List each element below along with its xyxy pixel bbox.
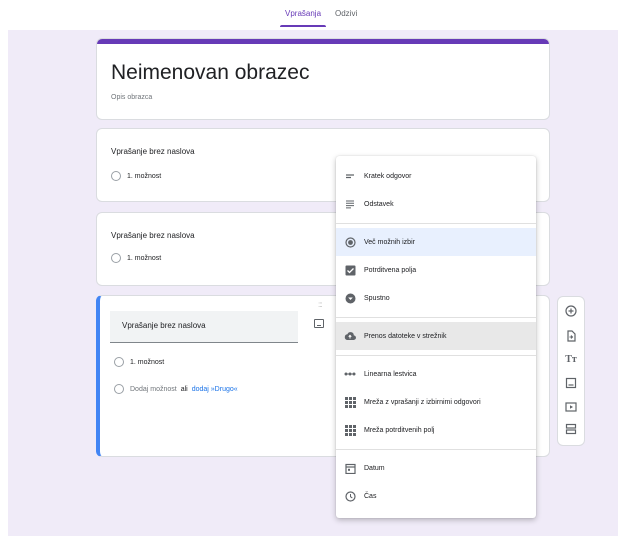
option-row: 1. možnost	[111, 253, 161, 263]
radio-icon	[111, 171, 121, 181]
add-section-icon[interactable]	[563, 421, 579, 437]
clock-icon	[344, 490, 356, 502]
option-label[interactable]: 1. možnost	[127, 255, 161, 262]
top-tabs: Vprašanja Odzivi	[0, 0, 626, 30]
menu-divider	[336, 355, 536, 356]
add-title-icon[interactable]: Tт	[563, 351, 579, 367]
menu-divider	[336, 223, 536, 224]
menu-item-label: Mreža z vprašanji z izbirnimi odgovori	[364, 398, 481, 406]
add-option-row: Dodaj možnost ali dodaj »Drugo«	[114, 384, 238, 394]
radio-icon	[111, 253, 121, 263]
menu-item-label: Potrditvena polja	[364, 266, 417, 274]
menu-item-label: Čas	[364, 492, 377, 500]
calendar-icon	[344, 462, 356, 474]
tab-active-indicator	[280, 25, 326, 27]
menu-item-dropdown[interactable]: Spustno	[336, 284, 536, 312]
menu-item-label: Datum	[364, 464, 385, 472]
menu-item-short-answer[interactable]: Kratek odgovor	[336, 162, 536, 190]
title-accent-band	[97, 39, 549, 44]
option-row: 1. možnost	[111, 171, 161, 181]
menu-item-file-upload[interactable]: Prenos datoteke v strežnik	[336, 322, 536, 350]
menu-item-choice-grid[interactable]: Mreža z vprašanji z izbirnimi odgovori	[336, 388, 536, 416]
add-image-icon[interactable]	[563, 375, 579, 391]
radio-icon	[114, 384, 124, 394]
menu-item-label: Mreža potrditvenih polj	[364, 426, 435, 434]
menu-item-label: Spustno	[364, 294, 390, 302]
import-questions-icon[interactable]	[563, 328, 579, 344]
form-description[interactable]: Opis obrazca	[111, 94, 152, 101]
menu-item-time[interactable]: Čas	[336, 482, 536, 510]
option-label[interactable]: 1. možnost	[127, 173, 161, 180]
dropdown-icon	[344, 292, 356, 304]
menu-divider	[336, 449, 536, 450]
drag-handle-icon[interactable]: :::	[318, 300, 323, 309]
question-title[interactable]: Vprašanje brez naslova	[111, 147, 195, 156]
menu-item-label: Kratek odgovor	[364, 172, 412, 180]
option-label[interactable]: 1. možnost	[130, 359, 164, 366]
checkbox-icon	[344, 264, 356, 276]
menu-item-label: Linearna lestvica	[364, 370, 417, 378]
menu-divider	[336, 317, 536, 318]
menu-item-label: Prenos datoteke v strežnik	[364, 332, 447, 340]
question-type-menu: Kratek odgovor Odstavek Več možnih izbir…	[336, 156, 536, 518]
menu-item-date[interactable]: Datum	[336, 454, 536, 482]
menu-item-multiple-choice[interactable]: Več možnih izbir	[336, 228, 536, 256]
cloud-upload-icon	[344, 330, 356, 342]
radio-icon	[344, 236, 356, 248]
question-title[interactable]: Vprašanje brez naslova	[111, 231, 195, 240]
floating-toolbar: Tт	[557, 296, 585, 446]
menu-item-checkboxes[interactable]: Potrditvena polja	[336, 256, 536, 284]
option-row: 1. možnost	[114, 357, 164, 367]
tab-responses[interactable]: Odzivi	[335, 9, 357, 18]
add-video-icon[interactable]	[563, 399, 579, 415]
menu-item-checkbox-grid[interactable]: Mreža potrditvenih polj	[336, 416, 536, 444]
grid-icon	[344, 424, 356, 436]
form-title-card[interactable]: Neimenovan obrazec Opis obrazca	[96, 38, 550, 120]
linear-scale-icon	[344, 368, 356, 380]
radio-icon	[114, 357, 124, 367]
menu-item-label: Več možnih izbir	[364, 238, 415, 246]
menu-item-label: Odstavek	[364, 200, 394, 208]
tab-questions[interactable]: Vprašanja	[285, 9, 321, 18]
grid-icon	[344, 396, 356, 408]
menu-item-linear-scale[interactable]: Linearna lestvica	[336, 360, 536, 388]
form-title[interactable]: Neimenovan obrazec	[111, 61, 309, 85]
short-text-icon	[344, 170, 356, 182]
question-title-input[interactable]: Vprašanje brez naslova	[110, 311, 298, 343]
add-option-link[interactable]: Dodaj možnost	[130, 386, 177, 393]
add-image-icon[interactable]	[314, 319, 324, 328]
add-question-icon[interactable]	[563, 303, 579, 319]
add-other-link[interactable]: dodaj »Drugo«	[192, 386, 238, 393]
paragraph-icon	[344, 198, 356, 210]
menu-item-paragraph[interactable]: Odstavek	[336, 190, 536, 218]
or-text: ali	[180, 385, 188, 393]
